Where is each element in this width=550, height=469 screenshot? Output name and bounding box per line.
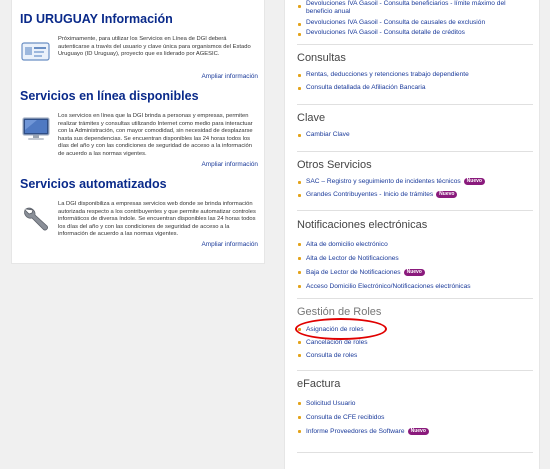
group-list: Rentas, deducciones y retenciones trabaj… <box>297 69 533 94</box>
list-item[interactable]: Informe Proveedores de Software Nuevo <box>297 425 533 439</box>
more-info-link[interactable]: Ampliar información <box>202 73 258 80</box>
new-badge: Nuevo <box>436 190 458 198</box>
divider <box>297 210 533 211</box>
group-notificaciones: Notificaciones electrónicas Alta de domi… <box>297 219 533 294</box>
list-item[interactable]: Rentas, deducciones y retenciones trabaj… <box>297 69 533 82</box>
group-consultas: Consultas Rentas, deducciones y retencio… <box>297 52 533 94</box>
section-online-services: Servicios en línea disponibles Los servi… <box>20 89 260 169</box>
group-otros-servicios: Otros Servicios SAC – Registro y seguimi… <box>297 159 533 201</box>
divider <box>297 151 533 152</box>
section-id-uruguay: ID URUGUAY Información Próximamente, par… <box>20 12 260 82</box>
list-item[interactable]: Devoluciones IVA Gasoil - Consulta benef… <box>297 0 533 15</box>
group-title: Clave <box>297 112 326 124</box>
list-item[interactable]: Consulta detallada de Afiliación Bancari… <box>297 82 533 95</box>
services-panel: Devoluciones IVA Gasoil - Consulta benef… <box>284 0 540 469</box>
list-item[interactable]: Devoluciones IVA Gasoil - Consulta detal… <box>297 28 533 38</box>
gasoil-list: Devoluciones IVA Gasoil - Consulta benef… <box>297 0 533 38</box>
list-item[interactable]: Consulta de CFE recibidos <box>297 411 533 425</box>
new-badge: Nuevo <box>407 428 429 435</box>
new-badge: Nuevo <box>403 269 425 276</box>
group-title: Otros Servicios <box>297 159 372 171</box>
group-list: Alta de domicilio electrónico Alta de Le… <box>297 238 533 294</box>
group-title: Notificaciones electrónicas <box>297 219 428 231</box>
id-card-icon <box>21 42 50 61</box>
list-item[interactable]: Alta de Lector de Notificaciones <box>297 252 533 266</box>
section-title: ID URUGUAY Información <box>20 12 173 26</box>
divider <box>297 298 533 299</box>
wrench-icon <box>24 207 48 231</box>
list-item[interactable]: SAC – Registro y seguimiento de incident… <box>297 176 533 189</box>
group-list: Asignación de roles Cancelación de roles… <box>297 323 533 362</box>
list-item[interactable]: Alta de domicilio electrónico <box>297 238 533 252</box>
list-item[interactable]: Cambiar Clave <box>297 129 533 142</box>
section-description: La DGI disponibiliza a empresas servicio… <box>58 201 256 238</box>
group-list: Solicitud Usuario Consulta de CFE recibi… <box>297 397 533 439</box>
more-info-link[interactable]: Ampliar información <box>202 241 258 248</box>
list-item[interactable]: Grandes Contribuyentes - Inicio de trámi… <box>297 189 533 202</box>
divider <box>297 104 533 105</box>
section-description: Los servicios en línea que la DGI brinda… <box>58 113 253 157</box>
list-item[interactable]: Cancelación de roles <box>297 336 533 349</box>
divider <box>297 370 533 371</box>
group-clave: Clave Cambiar Clave <box>297 112 533 142</box>
group-list: Cambiar Clave <box>297 129 533 142</box>
section-title: Servicios en línea disponibles <box>20 89 199 103</box>
gasoil-group: Devoluciones IVA Gasoil - Consulta benef… <box>297 0 533 38</box>
group-title: Gestión de Roles <box>297 306 382 318</box>
list-item[interactable]: Solicitud Usuario <box>297 397 533 411</box>
monitor-icon <box>22 117 50 140</box>
more-info-link[interactable]: Ampliar información <box>202 161 258 168</box>
section-title: Servicios automatizados <box>20 177 167 191</box>
info-panel: ID URUGUAY Información Próximamente, par… <box>11 0 265 264</box>
group-list: SAC – Registro y seguimiento de incident… <box>297 176 533 201</box>
section-description: Próximamente, para utilizar los Servicio… <box>58 36 251 58</box>
list-item[interactable]: Devoluciones IVA Gasoil - Consulta de ca… <box>297 18 533 28</box>
list-item[interactable]: Acceso Domicilio Electrónico/Notificacio… <box>297 280 533 294</box>
group-title: Consultas <box>297 52 346 64</box>
group-efactura: eFactura Solicitud Usuario Consulta de C… <box>297 378 533 439</box>
section-automated-services: Servicios automatizados La DGI disponibi… <box>20 177 260 257</box>
list-item-asignacion-roles[interactable]: Asignación de roles <box>297 323 533 336</box>
group-title: eFactura <box>297 378 341 390</box>
divider <box>297 44 533 45</box>
list-item[interactable]: Baja de Lector de Notificaciones Nuevo <box>297 266 533 280</box>
divider <box>297 452 533 453</box>
group-gestion-roles: Gestión de Roles Asignación de roles Can… <box>297 306 533 362</box>
list-item[interactable]: Consulta de roles <box>297 349 533 362</box>
new-badge: Nuevo <box>463 178 485 185</box>
